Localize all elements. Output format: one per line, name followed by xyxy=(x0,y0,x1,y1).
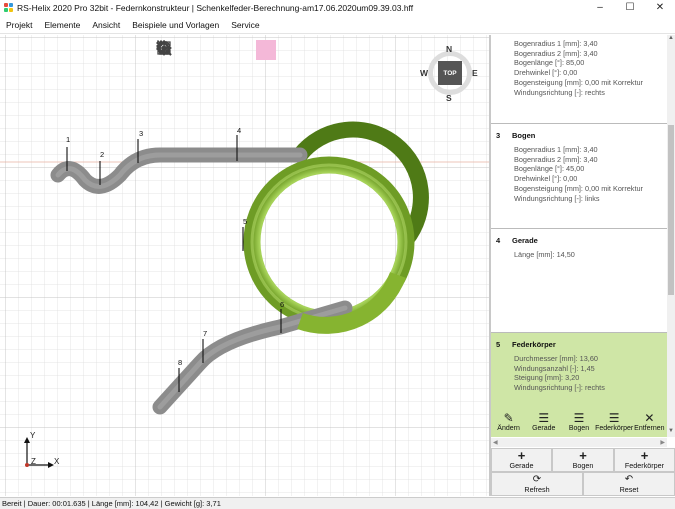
list-item[interactable]: 3 Bogen Bogenradius 1 [mm]: 3,40 Bogenrad… xyxy=(491,124,667,229)
marker-8: 8 xyxy=(178,358,182,367)
list-item[interactable]: 4 Gerade Länge [mm]: 14,50 xyxy=(491,229,667,333)
window-title: RS-Helix 2020 Pro 32bit - Federnkonstruk… xyxy=(17,3,414,13)
compass-south: S xyxy=(446,93,452,103)
element-panel: Bogenradius 1 [mm]: 3,40 Bogenradius 2 [… xyxy=(491,35,675,496)
viewport-canvas[interactable]: 1 2 3 4 5 6 7 8 Y X Z TOP N S W E xyxy=(0,35,489,496)
chevron-up-icon[interactable]: ▲ xyxy=(667,35,675,44)
insert-federkoerper-button[interactable]: ☰ Federkörper xyxy=(595,411,633,437)
pencil-icon: ✎ xyxy=(503,411,514,425)
element-list: Bogenradius 1 [mm]: 3,40 Bogenradius 2 [… xyxy=(491,35,667,437)
add-gerade-button[interactable]: + Gerade xyxy=(491,448,552,472)
marker-2: 2 xyxy=(100,150,104,159)
marker-1: 1 xyxy=(66,135,70,144)
insert-lines-icon: ☰ xyxy=(538,411,550,425)
item-details: Durchmesser [mm]: 13,60 Windungsanzahl [… xyxy=(514,354,605,393)
add-federkoerper-button[interactable]: + Federkörper xyxy=(614,448,675,472)
edit-button[interactable]: ✎ Ändern xyxy=(492,411,526,437)
item-actions: ✎ Ändern ☰ Gerade ☰ Bogen ☰ Federkörper … xyxy=(491,411,667,437)
app-icon xyxy=(4,3,14,13)
spring-drawing: 1 2 3 4 5 6 7 8 xyxy=(0,35,489,496)
marker-4: 4 xyxy=(237,126,241,135)
axis-y-label: Y xyxy=(30,431,36,440)
maximize-button[interactable]: ☐ xyxy=(615,0,645,16)
list-item[interactable]: Bogenradius 1 [mm]: 3,40 Bogenradius 2 [… xyxy=(491,35,667,124)
status-bar: Bereit | Dauer: 00:01.635 | Länge [mm]: … xyxy=(0,497,675,509)
insert-lines-icon: ☰ xyxy=(608,411,620,425)
zoom-region-icon[interactable] xyxy=(156,40,226,60)
view-cube-compass[interactable]: TOP N S W E xyxy=(420,44,478,103)
title-bar: RS-Helix 2020 Pro 32bit - Federnkonstruk… xyxy=(0,0,675,16)
plus-icon: + xyxy=(517,448,526,463)
marker-7: 7 xyxy=(203,329,207,338)
eye-icon[interactable] xyxy=(157,40,201,60)
item-title: 5 Federkörper xyxy=(496,340,556,349)
close-button[interactable]: ✕ xyxy=(645,0,675,16)
rotate-icon[interactable] xyxy=(158,40,301,60)
minimize-button[interactable]: – xyxy=(585,0,615,16)
item-details: Bogenradius 1 [mm]: 3,40 Bogenradius 2 [… xyxy=(514,39,643,97)
plus-icon: + xyxy=(579,448,587,463)
zoom-icon[interactable] xyxy=(157,40,251,60)
remove-button[interactable]: ✕ Entfernen xyxy=(632,411,666,437)
menu-service[interactable]: Service xyxy=(225,20,265,30)
item-title: 3 Bogen xyxy=(496,131,536,140)
item-title: 4 Gerade xyxy=(496,236,538,245)
compass-west: W xyxy=(420,68,429,78)
view-toolbar xyxy=(156,40,326,60)
close-icon: ✕ xyxy=(644,411,655,425)
add-bogen-button[interactable]: + Bogen xyxy=(552,448,614,472)
insert-bogen-button[interactable]: ☰ Bogen xyxy=(562,411,596,437)
horizontal-scrollbar[interactable]: ◀ ▶ xyxy=(491,438,667,447)
menu-ansicht[interactable]: Ansicht xyxy=(86,20,126,30)
view-cube-top[interactable]: TOP xyxy=(438,61,462,85)
axis-x-label: X xyxy=(54,457,60,466)
refresh-icon: ⟳ xyxy=(532,473,542,485)
list-item-selected[interactable]: 5 Federkörper Durchmesser [mm]: 13,60 Win… xyxy=(491,333,667,437)
axis-z-label: Z xyxy=(31,457,36,466)
compass-east: E xyxy=(472,68,478,78)
marker-3: 3 xyxy=(139,129,143,138)
menu-elemente[interactable]: Elemente xyxy=(38,20,86,30)
plus-icon: + xyxy=(640,448,649,463)
scroll-thumb[interactable] xyxy=(668,125,674,295)
chevron-left-icon[interactable]: ◀ xyxy=(493,439,498,446)
chevron-down-icon[interactable]: ▼ xyxy=(667,428,675,437)
undo-icon: ↶ xyxy=(624,473,634,485)
menu-bar: Projekt Elemente Ansicht Beispiele und V… xyxy=(0,17,675,34)
insert-gerade-button[interactable]: ☰ Gerade xyxy=(527,411,561,437)
marker-5: 5 xyxy=(243,217,247,226)
add-buttons: + Gerade + Bogen + Federkörper ⟳ Refresh… xyxy=(491,448,675,496)
reset-button[interactable]: ↶ Reset xyxy=(583,472,675,496)
pan-icon[interactable] xyxy=(156,40,276,60)
fit-view-icon[interactable] xyxy=(157,40,326,60)
marker-6: 6 xyxy=(280,300,284,309)
menu-projekt[interactable]: Projekt xyxy=(0,20,38,30)
refresh-button[interactable]: ⟳ Refresh xyxy=(491,472,583,496)
vertical-scrollbar[interactable]: ▲ ▼ xyxy=(667,35,675,437)
chevron-right-icon[interactable]: ▶ xyxy=(660,439,665,446)
menu-beispiele[interactable]: Beispiele und Vorlagen xyxy=(126,20,225,30)
item-details: Bogenradius 1 [mm]: 3,40 Bogenradius 2 [… xyxy=(514,145,643,203)
item-details: Länge [mm]: 14,50 xyxy=(514,250,575,259)
compass-north: N xyxy=(446,44,453,54)
insert-lines-icon: ☰ xyxy=(573,411,585,425)
